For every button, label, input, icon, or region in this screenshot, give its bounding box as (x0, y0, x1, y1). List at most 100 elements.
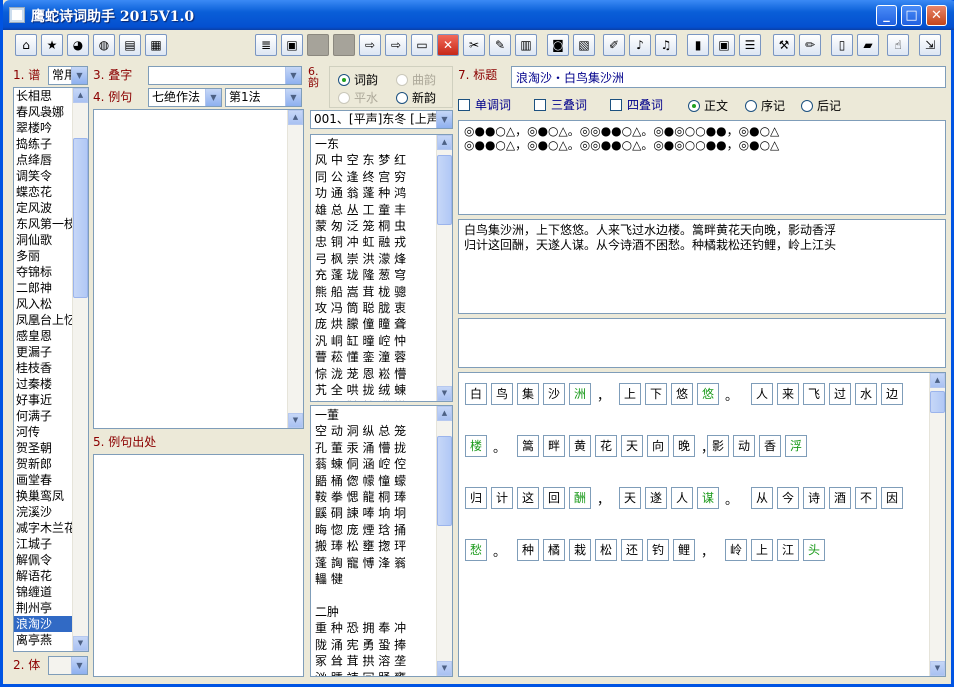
char-cell[interactable]: 飞 (803, 383, 825, 405)
bar-chart-icon[interactable]: ▮ (687, 34, 709, 56)
char-cell[interactable]: 悠 (671, 383, 693, 405)
chevron-down-icon[interactable]: ▼ (285, 89, 301, 106)
char-cell[interactable]: 种 (517, 539, 539, 561)
scroll-thumb[interactable] (73, 138, 88, 298)
draw-icon[interactable]: ✏ (799, 34, 821, 56)
liju-textarea[interactable]: ▲ ▼ (93, 109, 304, 429)
char-cell[interactable]: 花 (595, 435, 617, 457)
char-cell[interactable]: 人 (751, 383, 773, 405)
char-cell[interactable]: 畔 (543, 435, 565, 457)
char-cell[interactable]: 岭 (725, 539, 747, 561)
image-icon[interactable]: ▧ (573, 34, 595, 56)
scroll-up-icon[interactable]: ▲ (437, 135, 452, 150)
pattern-textarea[interactable]: ◎●●○△，◎●○△。◎◎●●○△。◎●◎○○●●，◎●○△ ◎●●○△，◎●○… (458, 120, 946, 215)
char-cell[interactable]: 还 (621, 539, 643, 561)
maximize-button[interactable]: □ (901, 5, 922, 26)
char-cell[interactable]: 从 (751, 487, 773, 509)
blank-icon[interactable] (307, 34, 329, 56)
char-cell[interactable]: 上 (619, 383, 641, 405)
book2-icon[interactable]: ▰ (857, 34, 879, 56)
scroll-down-icon[interactable]: ▼ (73, 636, 88, 651)
char-cell[interactable]: 归 (465, 487, 487, 509)
char-cell[interactable]: 悠 (697, 383, 719, 405)
check-tiaoci[interactable]: 单调词 (458, 96, 511, 113)
scroll-thumb[interactable] (437, 155, 452, 225)
blank-icon[interactable] (333, 34, 355, 56)
rhyme-list-top[interactable]: 一东 风 中 空 东 梦 红 同 公 逢 终 宫 穷 功 通 翁 蓬 种 鸿 雄… (310, 134, 453, 402)
tune-item[interactable]: 东风第一枝 (14, 216, 72, 232)
char-cell[interactable]: 沙 (543, 383, 565, 405)
music-icon[interactable]: ♪ (629, 34, 651, 56)
check-sandie[interactable]: 三叠词 (534, 96, 587, 113)
minimize-button[interactable]: _ (876, 5, 897, 26)
rhyme-group-select[interactable]: 001、[平声]东冬 [上声] ▼ (310, 110, 453, 129)
char-cell[interactable]: 橘 (543, 539, 565, 561)
tune-item[interactable]: 长相思 (14, 88, 72, 104)
char-cell[interactable]: 浮 (785, 435, 807, 457)
title-bar[interactable]: 鹰蛇诗词助手 2015V1.0 _ □ ✕ (3, 0, 954, 30)
pink-window-icon[interactable]: ▣ (713, 34, 735, 56)
open-folder-icon[interactable]: ▭ (411, 34, 433, 56)
char-cell[interactable]: 松 (595, 539, 617, 561)
tune-item[interactable]: 离亭燕 (14, 632, 72, 648)
radio-houji[interactable]: 后记 (801, 97, 841, 114)
tune-item[interactable]: 蝶恋花 (14, 184, 72, 200)
tune-item[interactable]: 河传 (14, 424, 72, 440)
char-cell[interactable]: 来 (777, 383, 799, 405)
char-cell[interactable]: 今 (777, 487, 799, 509)
paint-icon[interactable]: ✎ (489, 34, 511, 56)
liju-source-textarea[interactable] (93, 454, 304, 677)
char-cell[interactable]: 这 (517, 487, 539, 509)
char-cell[interactable]: 向 (647, 435, 669, 457)
char-cell[interactable]: 遂 (645, 487, 667, 509)
dieci-select[interactable]: ▼ (148, 66, 302, 85)
books2-icon[interactable]: ▥ (515, 34, 537, 56)
radio-xuji[interactable]: 序记 (745, 97, 785, 114)
chevron-down-icon[interactable]: ▼ (71, 67, 87, 84)
liju-scrollbar[interactable]: ▲ ▼ (287, 110, 303, 428)
tune-item[interactable]: 贺新郎 (14, 456, 72, 472)
close-button[interactable]: ✕ (926, 5, 947, 26)
tune-item[interactable]: 减字木兰花 (14, 520, 72, 536)
books-icon[interactable]: ▤ (119, 34, 141, 56)
list-icon[interactable]: ☰ (739, 34, 761, 56)
tune-item[interactable]: 江城子 (14, 536, 72, 552)
scroll-down-icon[interactable]: ▼ (437, 386, 452, 401)
tune-item[interactable]: 解语花 (14, 568, 72, 584)
char-cell[interactable]: 因 (881, 487, 903, 509)
char-cell[interactable]: 栽 (569, 539, 591, 561)
chevron-down-icon[interactable]: ▼ (436, 111, 452, 128)
char-cell[interactable]: 诗 (803, 487, 825, 509)
char-cell[interactable]: 白 (465, 383, 487, 405)
check-sidie[interactable]: 四叠词 (610, 96, 663, 113)
scroll-thumb[interactable] (930, 391, 945, 413)
ti-select[interactable]: ▼ (48, 656, 88, 675)
tune-item[interactable]: 换巢鸾凤 (14, 488, 72, 504)
windows-icon[interactable]: ▦ (145, 34, 167, 56)
tune-item[interactable]: 凤凰台上忆 (14, 312, 72, 328)
arrow-right-icon[interactable]: ⇨ (359, 34, 381, 56)
liju-style-select[interactable]: 七绝作法 ▼ (148, 88, 222, 107)
char-cell[interactable]: 天 (621, 435, 643, 457)
qq-icon[interactable]: ◕ (67, 34, 89, 56)
exit-icon[interactable]: ⇲ (919, 34, 941, 56)
char-cell[interactable]: 晚 (673, 435, 695, 457)
char-cell[interactable]: 回 (543, 487, 565, 509)
tune-item[interactable]: 调笑令 (14, 168, 72, 184)
home-icon[interactable]: ⌂ (15, 34, 37, 56)
radio-xinyun[interactable]: 新韵 (396, 89, 436, 106)
note-icon[interactable]: ✐ (603, 34, 625, 56)
scroll-down-icon[interactable]: ▼ (288, 413, 303, 428)
chevron-down-icon[interactable]: ▼ (285, 67, 301, 84)
char-cell[interactable]: 上 (751, 539, 773, 561)
grid-scrollbar[interactable]: ▲ ▼ (929, 373, 945, 676)
char-cell[interactable]: 谋 (697, 487, 719, 509)
tune-item[interactable]: 翠楼吟 (14, 120, 72, 136)
tune-item[interactable]: 春风袅娜 (14, 104, 72, 120)
scroll-up-icon[interactable]: ▲ (437, 406, 452, 421)
char-cell[interactable]: 影 (707, 435, 729, 457)
tune-item[interactable]: 锦缠道 (14, 584, 72, 600)
tune-item[interactable]: 解佩令 (14, 552, 72, 568)
char-cell[interactable]: 钓 (647, 539, 669, 561)
char-cell[interactable]: 江 (777, 539, 799, 561)
